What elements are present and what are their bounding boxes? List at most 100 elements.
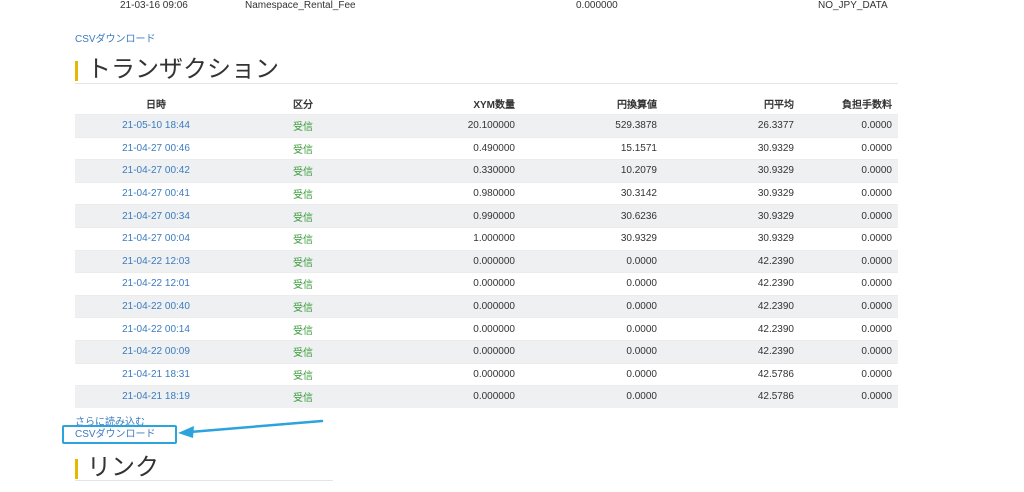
prev-row-jpy: NO_JPY_DATA — [818, 0, 888, 11]
cell-fee: 0.0000 — [800, 226, 898, 251]
cell-direction: 受信 — [237, 272, 369, 296]
cell-direction: 受信 — [237, 159, 369, 183]
csv-download-link-bottom[interactable]: CSVダウンロード — [75, 429, 156, 440]
links-heading: リンク — [75, 453, 159, 481]
cell-jpy-average: 42.2390 — [663, 317, 800, 341]
cell-datetime: 21-04-22 12:01 — [75, 272, 237, 296]
cell-jpy-average: 42.2390 — [663, 294, 800, 318]
transaction-datetime-link[interactable]: 21-04-21 18:19 — [122, 391, 190, 402]
cell-jpy-value: 0.0000 — [521, 385, 663, 408]
cell-jpy-value: 0.0000 — [521, 294, 663, 318]
cell-jpy-value: 0.0000 — [521, 339, 663, 364]
transaction-datetime-link[interactable]: 21-04-22 00:09 — [122, 346, 190, 357]
col-header-jpy-avg: 円平均 — [764, 99, 794, 111]
transaction-datetime-link[interactable]: 21-04-21 18:31 — [122, 369, 190, 380]
transaction-datetime-link[interactable]: 21-04-22 00:40 — [122, 301, 190, 312]
table-row: 21-05-10 18:44 受信 20.100000 529.3878 26.3377… — [75, 114, 898, 138]
transactions-table: 日時 区分 XYM数量 円換算値 円平均 負担手数料 21-05-10 18:4… — [75, 92, 898, 408]
cell-xym-amount: 0.000000 — [369, 272, 521, 296]
cell-jpy-value: 30.6236 — [521, 204, 663, 228]
table-row: 21-04-27 00:46 受信 0.490000 15.1571 30.9329 0.… — [75, 136, 898, 160]
table-row: 21-04-27 00:42 受信 0.330000 10.2079 30.9329 0.… — [75, 159, 898, 183]
annotation-arrow-icon — [178, 419, 324, 438]
links-heading-text: リンク — [87, 453, 159, 481]
cell-xym-amount: 0.000000 — [369, 294, 521, 318]
transaction-datetime-link[interactable]: 21-04-27 00:42 — [122, 165, 190, 176]
transaction-datetime-link[interactable]: 21-04-27 00:34 — [122, 211, 190, 222]
cell-datetime: 21-04-21 18:19 — [75, 385, 237, 408]
cell-datetime: 21-04-22 00:09 — [75, 339, 237, 364]
transaction-datetime-link[interactable]: 21-04-22 12:01 — [122, 278, 190, 289]
prev-row-datetime: 21-03-16 09:06 — [120, 0, 188, 11]
cell-fee: 0.0000 — [800, 362, 898, 386]
table-row: 21-04-27 00:34 受信 0.990000 30.6236 30.9329 0.… — [75, 204, 898, 228]
cell-fee: 0.0000 — [800, 136, 898, 160]
transaction-datetime-link[interactable]: 21-04-22 12:03 — [122, 256, 190, 267]
cell-jpy-average: 30.9329 — [663, 181, 800, 205]
cell-jpy-average: 26.3377 — [663, 114, 800, 138]
prev-row-amount: 0.000000 — [576, 0, 618, 11]
transaction-datetime-link[interactable]: 21-04-27 00:04 — [122, 233, 190, 244]
cell-xym-amount: 0.990000 — [369, 204, 521, 228]
cell-direction: 受信 — [237, 317, 369, 341]
cell-jpy-value: 0.0000 — [521, 362, 663, 386]
cell-xym-amount: 0.980000 — [369, 181, 521, 205]
cell-direction: 受信 — [237, 339, 369, 364]
cell-jpy-value: 30.3142 — [521, 181, 663, 205]
cell-datetime: 21-04-27 00:46 — [75, 136, 237, 160]
cell-xym-amount: 0.000000 — [369, 385, 521, 408]
col-header-jpy-value: 円換算値 — [617, 99, 657, 111]
cell-fee: 0.0000 — [800, 204, 898, 228]
cell-fee: 0.0000 — [800, 339, 898, 364]
cell-fee: 0.0000 — [800, 181, 898, 205]
cell-xym-amount: 0.000000 — [369, 249, 521, 273]
cell-fee: 0.0000 — [800, 385, 898, 408]
transactions-table-body: 21-05-10 18:44 受信 20.100000 529.3878 26.3377… — [75, 114, 898, 408]
csv-download-highlight-box[interactable]: CSVダウンロード — [62, 425, 177, 444]
table-header-row: 日時 区分 XYM数量 円換算値 円平均 負担手数料 — [75, 92, 898, 115]
cell-direction: 受信 — [237, 249, 369, 273]
cell-direction: 受信 — [237, 136, 369, 160]
table-row: 21-04-21 18:19 受信 0.000000 0.0000 42.5786 0.0… — [75, 385, 898, 408]
table-row: 21-04-22 00:09 受信 0.000000 0.0000 42.2390 0.0… — [75, 339, 898, 364]
cell-direction: 受信 — [237, 204, 369, 228]
table-row: 21-04-22 00:14 受信 0.000000 0.0000 42.2390 0.0… — [75, 317, 898, 341]
previous-table-row: 21-03-16 09:06 Namespace_Rental_Fee 0.00… — [0, 0, 1024, 14]
cell-xym-amount: 1.000000 — [369, 226, 521, 251]
cell-datetime: 21-04-27 00:41 — [75, 181, 237, 205]
transaction-datetime-link[interactable]: 21-04-27 00:41 — [122, 188, 190, 199]
cell-xym-amount: 0.000000 — [369, 362, 521, 386]
cell-direction: 受信 — [237, 181, 369, 205]
col-header-datetime: 日時 — [146, 99, 166, 111]
table-row: 21-04-27 00:04 受信 1.000000 30.9329 30.9329 0.… — [75, 226, 898, 251]
cell-fee: 0.0000 — [800, 114, 898, 138]
cell-direction: 受信 — [237, 226, 369, 251]
cell-jpy-average: 42.2390 — [663, 249, 800, 273]
cell-datetime: 21-04-22 00:14 — [75, 317, 237, 341]
cell-datetime: 21-04-27 00:42 — [75, 159, 237, 183]
heading-divider — [75, 83, 898, 84]
table-row: 21-04-22 12:03 受信 0.000000 0.0000 42.2390 0.0… — [75, 249, 898, 273]
cell-datetime: 21-04-27 00:04 — [75, 226, 237, 251]
cell-jpy-value: 10.2079 — [521, 159, 663, 183]
cell-fee: 0.0000 — [800, 317, 898, 341]
cell-direction: 受信 — [237, 385, 369, 408]
cell-jpy-value: 30.9329 — [521, 226, 663, 251]
cell-jpy-average: 42.2390 — [663, 339, 800, 364]
cell-direction: 受信 — [237, 362, 369, 386]
cell-direction: 受信 — [237, 294, 369, 318]
transaction-datetime-link[interactable]: 21-04-22 00:14 — [122, 324, 190, 335]
col-header-type: 区分 — [293, 99, 313, 111]
transaction-datetime-link[interactable]: 21-04-27 00:46 — [122, 143, 190, 154]
cell-datetime: 21-04-21 18:31 — [75, 362, 237, 386]
cell-xym-amount: 0.490000 — [369, 136, 521, 160]
cell-datetime: 21-04-22 00:40 — [75, 294, 237, 318]
prev-row-type: Namespace_Rental_Fee — [245, 0, 356, 11]
heading-divider — [75, 480, 333, 481]
csv-download-link-top[interactable]: CSVダウンロード — [75, 30, 156, 45]
cell-datetime: 21-05-10 18:44 — [75, 114, 237, 138]
transaction-datetime-link[interactable]: 21-05-10 18:44 — [122, 120, 190, 131]
table-row: 21-04-22 00:40 受信 0.000000 0.0000 42.2390 0.0… — [75, 294, 898, 318]
cell-fee: 0.0000 — [800, 294, 898, 318]
cell-datetime: 21-04-22 12:03 — [75, 249, 237, 273]
